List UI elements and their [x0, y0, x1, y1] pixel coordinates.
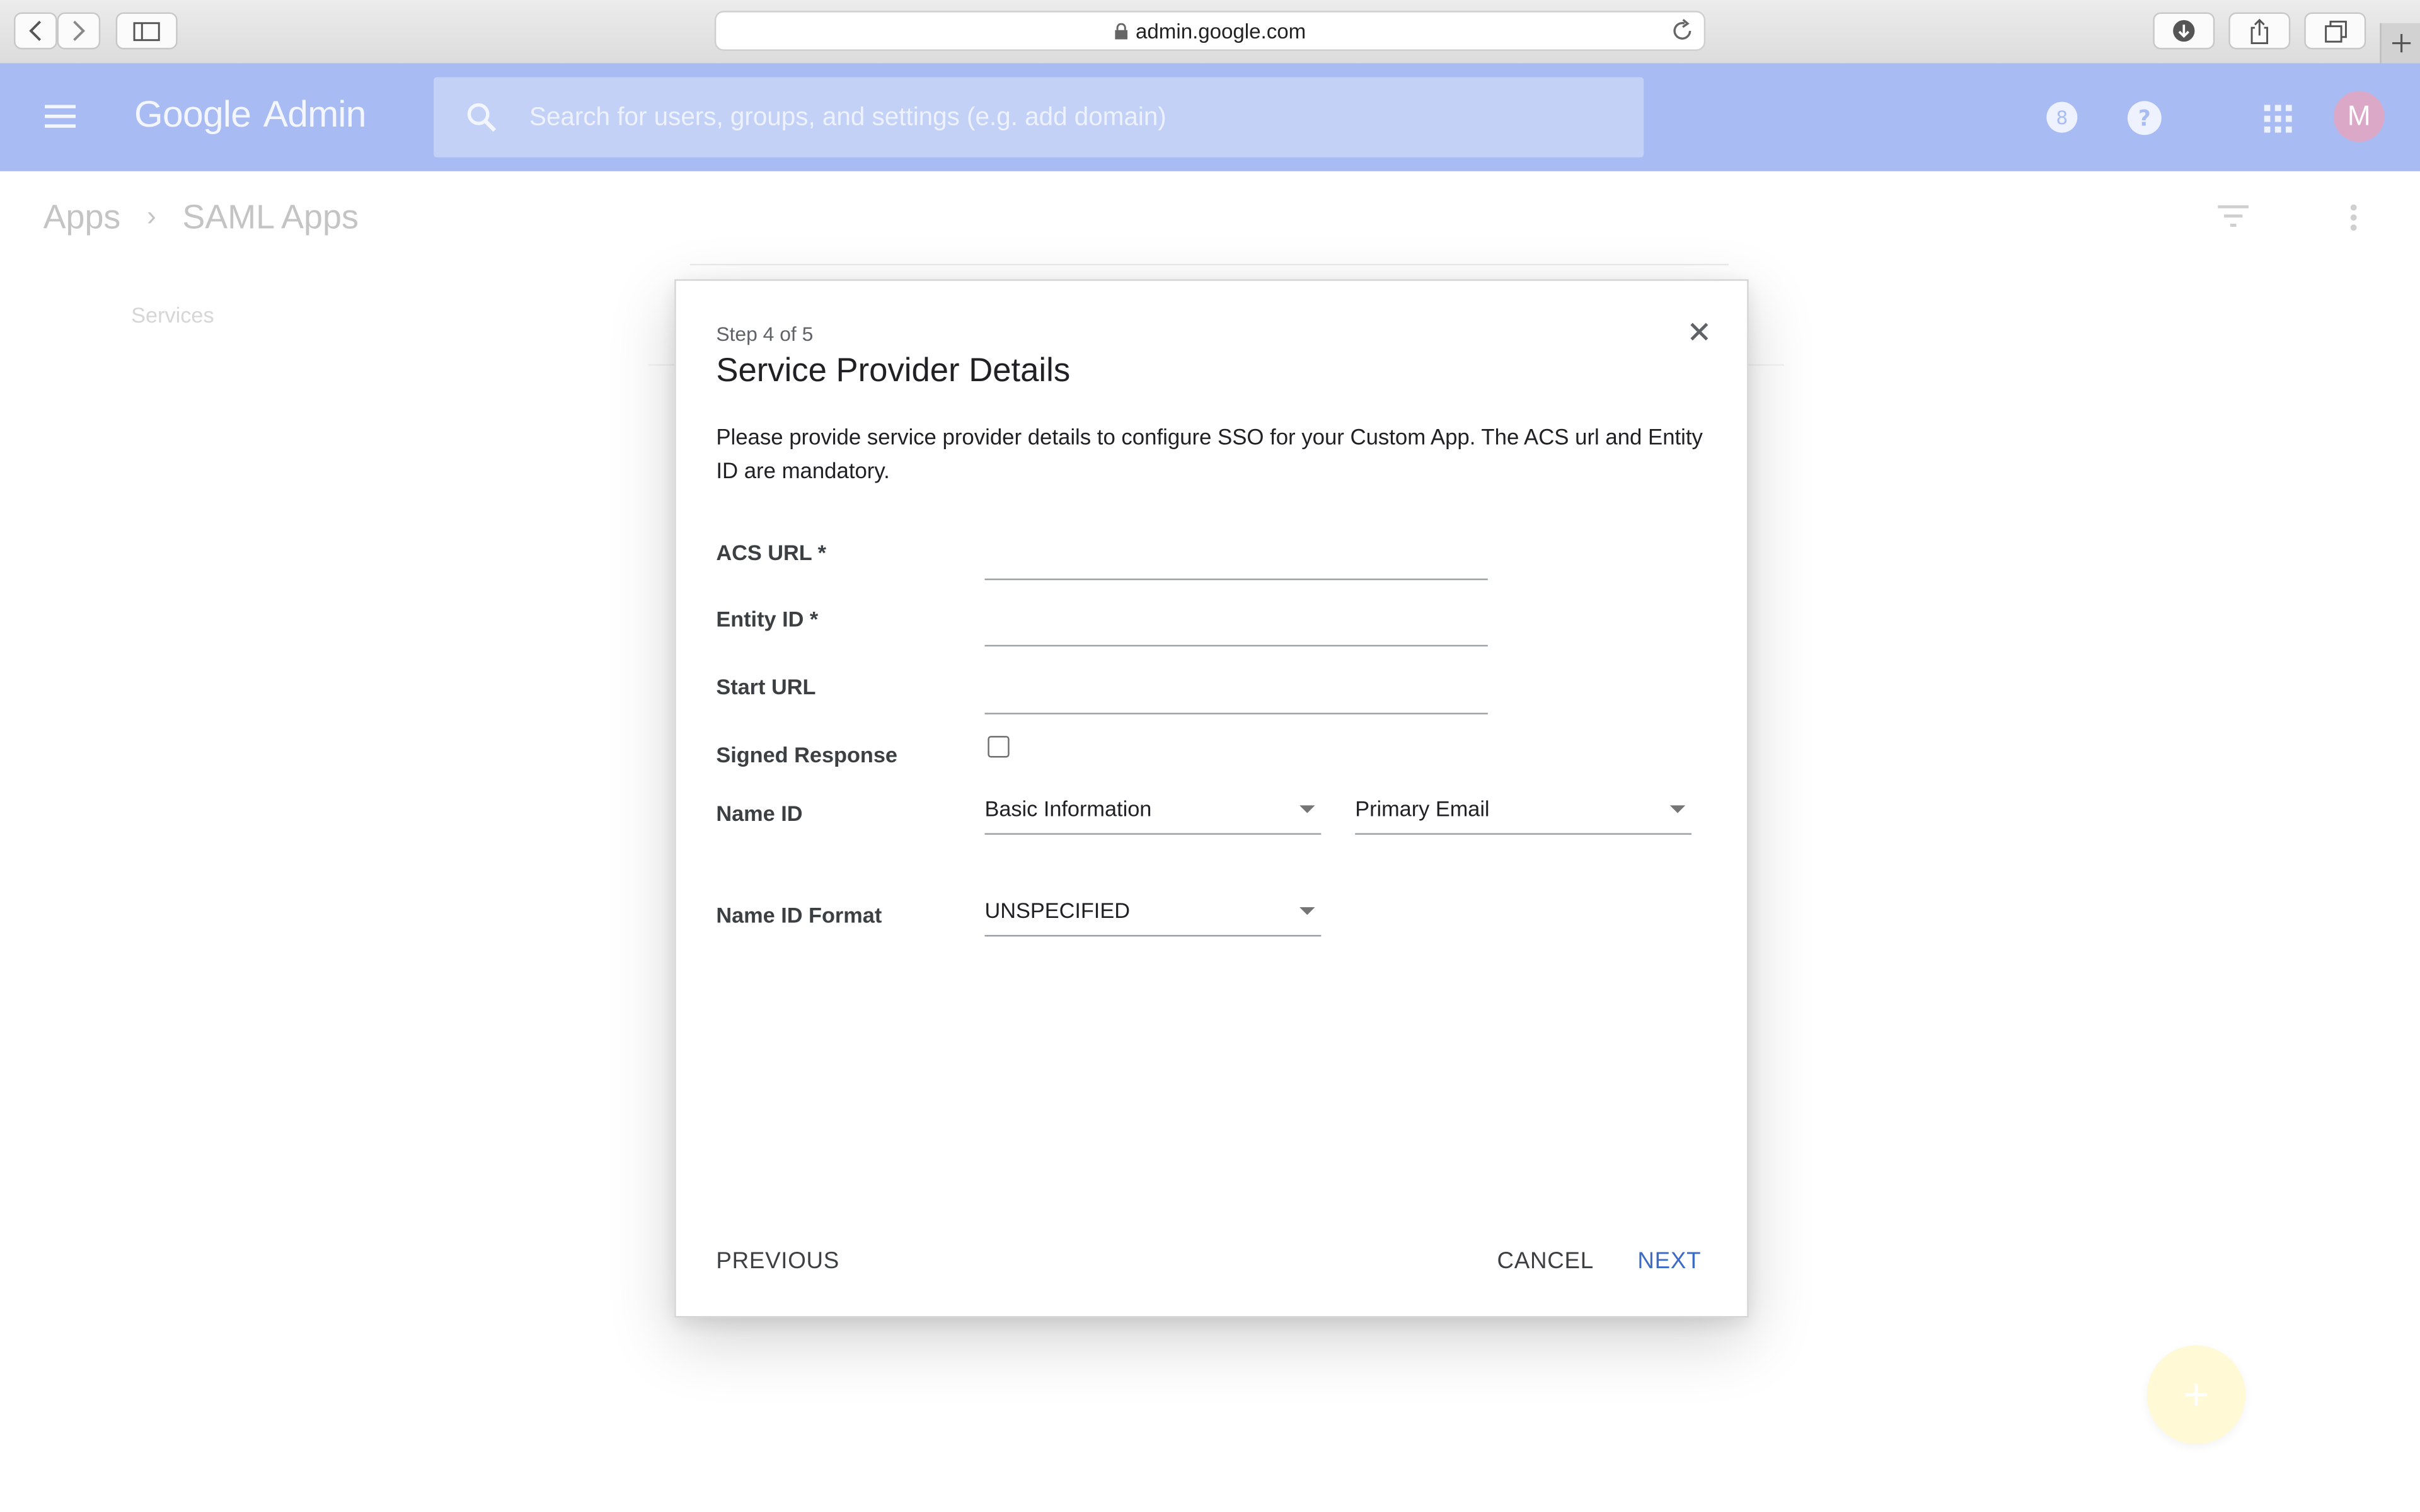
add-icon: [2185, 1383, 2208, 1406]
dialog-title: Service Provider Details: [716, 352, 1071, 389]
apps-grid-icon[interactable]: [2264, 105, 2292, 133]
name-id-format-value: UNSPECIFIED: [984, 898, 1130, 923]
service-provider-dialog: Step 4 of 5 Service Provider Details Ple…: [674, 279, 1749, 1318]
search-icon: [467, 103, 497, 132]
sidebar-icon: [133, 21, 160, 40]
plus-icon: [2392, 33, 2411, 53]
close-button[interactable]: [1679, 312, 1719, 352]
lock-icon: [1114, 23, 1127, 40]
acs-url-input[interactable]: [984, 532, 1488, 580]
previous-button[interactable]: PREVIOUS: [716, 1248, 839, 1274]
tabs-icon: [2324, 20, 2346, 42]
dialog-description: Please provide service provider details …: [716, 425, 1703, 484]
browser-toolbar: admin.google.com: [0, 0, 2420, 65]
acs-url-label: ACS URL *: [716, 540, 826, 565]
svg-text:8: 8: [2056, 107, 2068, 129]
google-admin-logo[interactable]: Google Admin: [134, 94, 366, 137]
svg-text:?: ?: [2138, 106, 2151, 132]
filter-icon[interactable]: [2218, 205, 2249, 227]
start-url-input[interactable]: [984, 666, 1488, 714]
new-tab-button[interactable]: [2380, 23, 2420, 64]
timer-icon[interactable]: 8: [2045, 100, 2079, 134]
entity-id-input[interactable]: [984, 598, 1488, 647]
start-url-label: Start URL: [716, 674, 816, 699]
name-id-category-value: Basic Information: [984, 796, 1152, 821]
logo-admin: Admin: [263, 94, 367, 136]
cancel-button[interactable]: CANCEL: [1497, 1248, 1594, 1274]
name-id-attribute-value: Primary Email: [1355, 796, 1490, 821]
signed-response-label: Signed Response: [716, 742, 898, 767]
chevron-down-icon: [1669, 805, 1686, 813]
tabs-button[interactable]: [2304, 12, 2366, 50]
help-icon[interactable]: ?: [2127, 100, 2162, 135]
more-vert-icon[interactable]: [2349, 203, 2358, 231]
chevron-down-icon: [1299, 907, 1315, 915]
chevron-left-icon: [29, 20, 42, 42]
signed-response-checkbox[interactable]: [988, 736, 1010, 758]
name-id-category-select[interactable]: Basic Information: [984, 784, 1322, 835]
breadcrumb: Apps › SAML Apps: [43, 197, 359, 238]
back-button[interactable]: [14, 12, 57, 50]
background-card-edge: [689, 263, 1729, 266]
share-icon: [2250, 18, 2269, 43]
name-id-label: Name ID: [716, 801, 803, 826]
close-icon: [1690, 323, 1708, 341]
name-id-attribute-select[interactable]: Primary Email: [1355, 784, 1692, 835]
reload-icon[interactable]: [1671, 18, 1693, 42]
breadcrumb-separator: ›: [147, 200, 156, 232]
name-id-format-select[interactable]: UNSPECIFIED: [984, 886, 1322, 937]
download-icon: [2173, 20, 2195, 42]
add-app-fab[interactable]: [2146, 1345, 2246, 1445]
sidebar-button[interactable]: [115, 12, 178, 50]
search-input[interactable]: [529, 77, 1610, 158]
address-bar[interactable]: admin.google.com: [714, 11, 1706, 51]
entity-id-label: Entity ID *: [716, 606, 819, 631]
chevron-down-icon: [1299, 805, 1315, 813]
admin-header: Google Admin 8 ? M: [0, 63, 2420, 171]
breadcrumb-saml-apps: SAML Apps: [182, 197, 359, 236]
name-id-format-label: Name ID Format: [716, 902, 882, 927]
next-button[interactable]: NEXT: [1637, 1248, 1701, 1274]
hamburger-icon[interactable]: [45, 105, 76, 129]
forward-button[interactable]: [57, 12, 101, 50]
url-display: admin.google.com: [716, 20, 1703, 43]
downloads-button[interactable]: [2153, 12, 2215, 50]
share-button[interactable]: [2228, 12, 2291, 50]
logo-google: Google: [134, 94, 251, 136]
avatar[interactable]: M: [2333, 91, 2385, 142]
step-indicator: Step 4 of 5: [716, 322, 814, 346]
chevron-right-icon: [73, 20, 86, 42]
breadcrumb-apps[interactable]: Apps: [43, 197, 121, 236]
search-bar[interactable]: [434, 77, 1644, 158]
services-label: Services: [131, 302, 214, 328]
url-text: admin.google.com: [1136, 20, 1306, 43]
